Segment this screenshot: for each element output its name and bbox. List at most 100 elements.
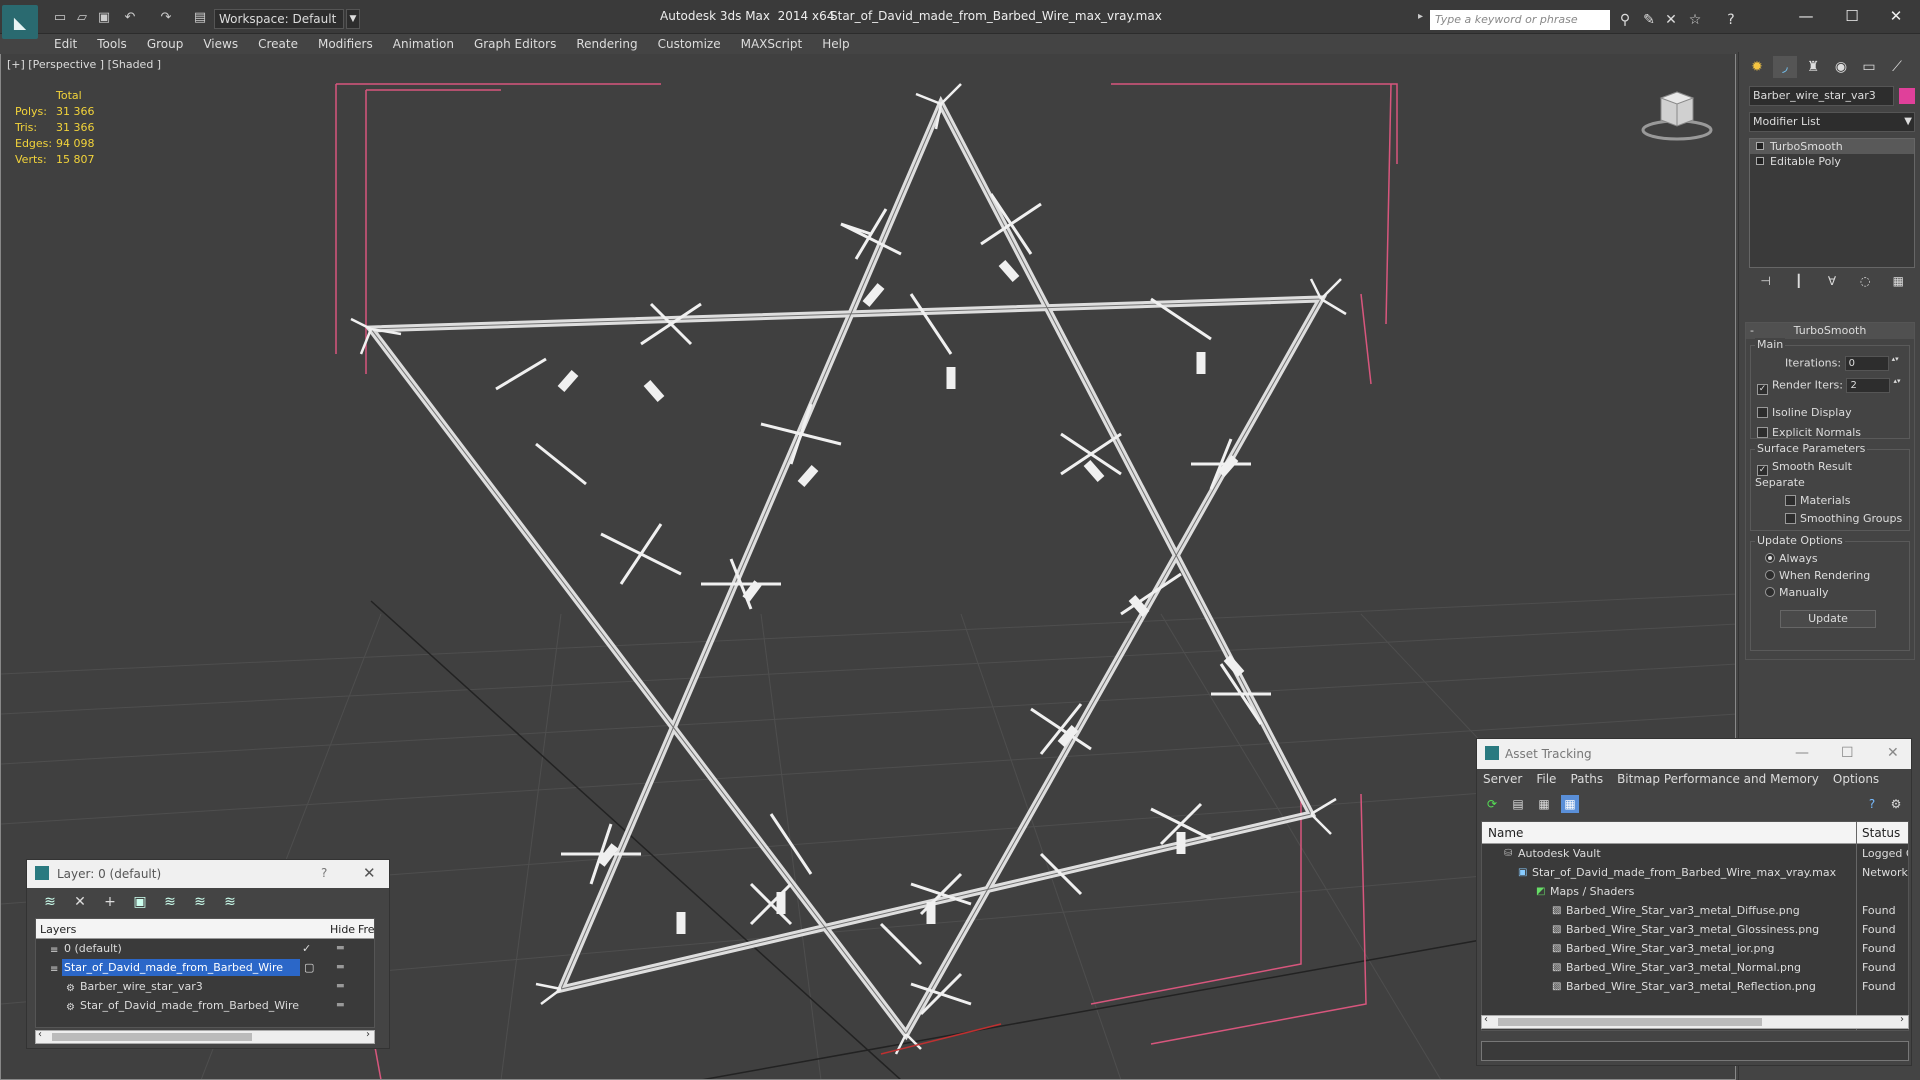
layer-dialog-titlebar[interactable]: Layer: 0 (default) ? ✕ — [27, 860, 389, 888]
hierarchy-tab-icon[interactable]: ♜ — [1801, 56, 1825, 78]
remove-modifier-icon[interactable]: ◌ — [1856, 274, 1874, 294]
scroll-right-icon[interactable]: › — [1900, 1014, 1904, 1025]
menu-tools[interactable]: Tools — [87, 35, 137, 52]
list-view-icon[interactable]: ▤ — [1509, 795, 1527, 813]
close-icon[interactable]: ✕ — [363, 864, 376, 882]
asset-horizontal-scrollbar[interactable]: ‹ › — [1481, 1014, 1909, 1029]
project-folder-icon[interactable]: ▤ — [192, 10, 208, 26]
menu-modifiers[interactable]: Modifiers — [308, 35, 383, 52]
column-name[interactable]: Name — [1488, 826, 1523, 840]
asset-menu-file[interactable]: File — [1536, 769, 1556, 789]
workspace-dropdown[interactable]: Workspace: Default — [214, 9, 344, 29]
materials-checkbox[interactable] — [1785, 495, 1796, 506]
pin-stack-icon[interactable]: ⊣ — [1757, 274, 1775, 294]
smoothing-groups-checkbox[interactable] — [1785, 513, 1796, 524]
new-file-icon[interactable]: ▭ — [52, 10, 68, 26]
viewport-label-menu[interactable]: [+] [Perspective ] [Shaded ] — [7, 58, 161, 71]
layer-row[interactable]: ≡ Star_of_David_made_from_Barbed_Wire ▢ … — [36, 958, 374, 977]
search-expand-icon[interactable]: ▸ — [1418, 11, 1428, 29]
when-rendering-radio[interactable] — [1765, 570, 1775, 580]
menu-help[interactable]: Help — [812, 35, 859, 52]
save-file-icon[interactable]: ▣ — [96, 10, 112, 26]
maximize-button[interactable]: ☐ — [1832, 4, 1872, 28]
asset-row[interactable]: ▧ Barbed_Wire_Star_var3_metal_Glossiness… — [1482, 920, 1908, 939]
scrollbar-thumb[interactable] — [1498, 1018, 1762, 1026]
close-button[interactable]: ✕ — [1876, 4, 1916, 28]
freeze-all-layers-icon[interactable]: ≋ — [221, 894, 239, 910]
menu-maxscript[interactable]: MAXScript — [731, 35, 813, 52]
asset-row[interactable]: ◩ Maps / Shaders — [1482, 882, 1908, 901]
update-button[interactable]: Update — [1780, 610, 1876, 628]
stack-item-editable-poly[interactable]: Editable Poly — [1750, 154, 1914, 169]
undo-icon[interactable]: ↶ — [122, 10, 138, 26]
column-hide[interactable]: Hide — [330, 923, 355, 936]
hide-toggle[interactable]: ▬ — [336, 939, 345, 958]
object-color-swatch[interactable] — [1899, 88, 1915, 104]
scroll-left-icon[interactable]: ‹ — [38, 1029, 42, 1040]
layer-row[interactable]: ≡ 0 (default) ✓ ▬ — [36, 939, 374, 958]
minimize-button[interactable]: — — [1786, 4, 1826, 28]
search-input[interactable]: Type a keyword or phrase — [1430, 10, 1610, 30]
menu-create[interactable]: Create — [248, 35, 308, 52]
smooth-result-checkbox[interactable]: ✓ — [1757, 465, 1768, 476]
column-layers[interactable]: Layers — [40, 923, 76, 936]
modify-tab-icon[interactable]: ◞ — [1773, 56, 1797, 78]
menu-graph-editors[interactable]: Graph Editors — [464, 35, 566, 52]
hide-all-layers-icon[interactable]: ≋ — [191, 894, 209, 910]
isoline-checkbox[interactable] — [1757, 407, 1768, 418]
render-iters-checkbox[interactable]: ✓ — [1757, 383, 1768, 395]
utilities-tab-icon[interactable]: ⟋ — [1885, 56, 1909, 78]
open-file-icon[interactable]: ▱ — [74, 10, 90, 26]
make-unique-icon[interactable]: ∀ — [1823, 274, 1841, 294]
asset-menu-server[interactable]: Server — [1483, 769, 1522, 789]
display-tab-icon[interactable]: ▭ — [1857, 56, 1881, 78]
refresh-icon[interactable]: ⟳ — [1483, 795, 1501, 813]
pin-icon[interactable]: ⚙ — [1887, 795, 1905, 813]
select-in-layer-icon[interactable]: ▣ — [131, 894, 149, 910]
column-status[interactable]: Status — [1862, 826, 1900, 840]
scroll-left-icon[interactable]: ‹ — [1484, 1014, 1488, 1025]
minimize-icon[interactable]: — — [1795, 745, 1809, 761]
asset-row[interactable]: ▧ Barbed_Wire_Star_var3_metal_Reflection… — [1482, 977, 1908, 996]
asset-path-field[interactable] — [1481, 1041, 1909, 1061]
expand-plus-icon[interactable] — [1756, 157, 1764, 165]
menu-group[interactable]: Group — [137, 35, 194, 52]
asset-row[interactable]: ▣ Star_of_David_made_from_Barbed_Wire_ma… — [1482, 863, 1908, 882]
hide-toggle[interactable]: ▬ — [336, 977, 345, 996]
stack-item-turbosmooth[interactable]: TurboSmooth — [1750, 139, 1914, 154]
layer-row[interactable]: ⚙ Barber_wire_star_var3 ▬ — [36, 977, 374, 996]
asset-menu-options[interactable]: Options — [1833, 769, 1879, 789]
asset-row[interactable]: ▧ Barbed_Wire_Star_var3_metal_Normal.png… — [1482, 958, 1908, 977]
lightbulb-icon[interactable] — [1756, 142, 1764, 150]
asset-dialog-titlebar[interactable]: Asset Tracking — ☐ ✕ — [1477, 739, 1911, 769]
highlight-layer-icon[interactable]: ≋ — [161, 894, 179, 910]
menu-animation[interactable]: Animation — [383, 35, 464, 52]
show-end-result-icon[interactable]: ┃ — [1790, 274, 1808, 294]
column-freeze[interactable]: Fre — [358, 923, 375, 936]
menu-customize[interactable]: Customize — [648, 35, 731, 52]
binoculars-icon[interactable]: ⚲ — [1616, 11, 1634, 29]
rollout-header[interactable]: - TurboSmooth — [1746, 323, 1914, 339]
close-icon[interactable]: ✕ — [1887, 745, 1899, 761]
menu-views[interactable]: Views — [193, 35, 248, 52]
workspace-chevron-icon[interactable]: ▼ — [346, 9, 360, 29]
motion-tab-icon[interactable]: ◉ — [1829, 56, 1853, 78]
manually-radio[interactable] — [1765, 587, 1775, 597]
hide-toggle[interactable]: ▬ — [336, 996, 345, 1015]
asset-row[interactable]: ▧ Barbed_Wire_Star_var3_metal_Diffuse.pn… — [1482, 901, 1908, 920]
exchange-icon[interactable]: ✕ — [1662, 11, 1680, 29]
help-icon[interactable]: ? — [1863, 795, 1881, 813]
asset-row[interactable]: ▧ Barbed_Wire_Star_var3_metal_ior.png Fo… — [1482, 939, 1908, 958]
asset-menu-paths[interactable]: Paths — [1570, 769, 1603, 789]
redo-icon[interactable]: ↷ — [158, 10, 174, 26]
object-name-field[interactable]: Barber_wire_star_var3 — [1749, 86, 1894, 106]
table-view-icon[interactable]: ▦ — [1535, 795, 1553, 813]
create-tab-sun-icon[interactable]: ✹ — [1745, 56, 1769, 78]
current-layer-checkmark-icon[interactable]: ✓ — [302, 939, 311, 958]
configure-sets-icon[interactable]: ▦ — [1889, 274, 1907, 294]
iterations-spinner[interactable]: 0 — [1844, 356, 1900, 371]
hide-toggle[interactable]: ▬ — [336, 958, 345, 977]
asset-menu-bitmap-performance[interactable]: Bitmap Performance and Memory — [1617, 769, 1819, 789]
modifier-list-dropdown[interactable]: Modifier List ▼ — [1749, 112, 1915, 132]
asset-row[interactable]: ⛁ Autodesk Vault Logged C — [1482, 844, 1908, 863]
